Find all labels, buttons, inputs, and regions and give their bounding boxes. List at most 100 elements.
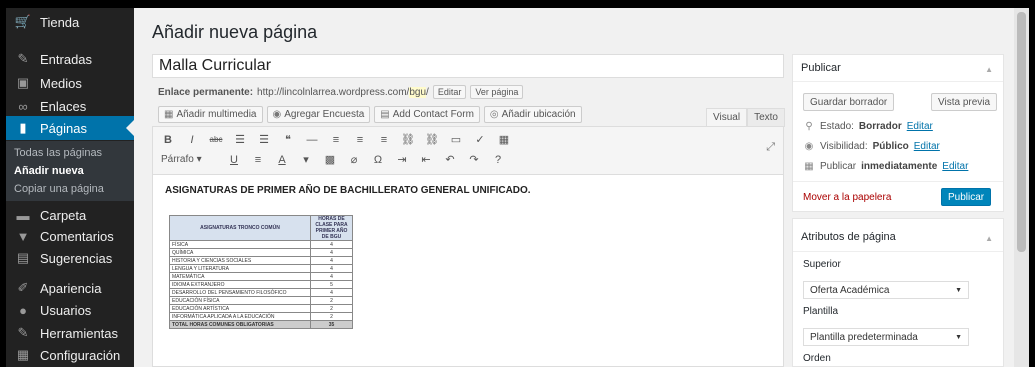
- poll-icon: ◉: [272, 109, 282, 120]
- clear-format-button[interactable]: ⌀: [347, 153, 361, 166]
- schedule-value: inmediatamente: [861, 161, 938, 172]
- view-page-button[interactable]: Ver página: [470, 85, 524, 99]
- submenu-copy-page[interactable]: Copiar una página: [14, 183, 104, 195]
- special-char-button[interactable]: Ω: [371, 154, 385, 166]
- sidebar-item-apariencia[interactable]: ✐ Apariencia: [6, 276, 134, 300]
- paste-text-button[interactable]: ▩: [323, 153, 337, 166]
- outdent-button[interactable]: ⇤: [419, 153, 433, 166]
- edit-schedule-link[interactable]: Editar: [942, 161, 968, 172]
- underline-button[interactable]: U: [227, 154, 241, 166]
- subject-name: EDUCACIÓN ARTÍSTICA: [169, 304, 311, 313]
- permalink-edit-button[interactable]: Editar: [432, 85, 467, 99]
- preview-button[interactable]: Vista previa: [931, 93, 998, 111]
- order-label: Orden: [803, 353, 831, 364]
- media-buttons: ▦ Añadir multimedia ◉ Agregar Encuesta ▤…: [158, 106, 582, 123]
- scrollbar-thumb[interactable]: [1017, 12, 1026, 252]
- move-to-trash-link[interactable]: Mover a la papelera: [803, 192, 891, 203]
- visibility-value: Público: [872, 141, 909, 152]
- text-color-dropdown[interactable]: ▾: [299, 153, 313, 166]
- add-location-button[interactable]: ◎ Añadir ubicación: [483, 106, 582, 123]
- sidebar-item-medios[interactable]: ▣ Medios: [6, 71, 134, 95]
- sidebar-item-enlaces[interactable]: ∞ Enlaces: [6, 94, 134, 118]
- sidebar-item-usuarios[interactable]: ● Usuarios: [6, 298, 134, 322]
- submenu-add-new[interactable]: Añadir nueva: [14, 165, 84, 177]
- edit-visibility-link[interactable]: Editar: [914, 141, 940, 152]
- format-value: Párrafo: [161, 154, 194, 165]
- pages-icon: ▮: [19, 120, 27, 135]
- align-right-button[interactable]: ≡: [377, 134, 391, 146]
- sidebar-item-herramientas[interactable]: ✎ Herramientas: [6, 321, 134, 345]
- edit-status-link[interactable]: Editar: [907, 121, 933, 132]
- publish-button[interactable]: Publicar: [941, 188, 992, 206]
- fullscreen-icon[interactable]: ⤢: [766, 141, 775, 154]
- chevron-down-icon: ▼: [955, 286, 962, 294]
- help-button[interactable]: ?: [491, 154, 505, 166]
- format-select[interactable]: Párrafo ▾: [161, 154, 217, 165]
- table-row: EDUCACIÓN FÍSICA 2: [169, 296, 353, 305]
- suggestions-icon: ▤: [16, 250, 30, 265]
- remove-link-button[interactable]: ⛓: [425, 133, 439, 146]
- bold-button[interactable]: B: [161, 134, 175, 146]
- sidebar-item-label: Apariencia: [40, 280, 102, 296]
- align-left-button[interactable]: ≡: [329, 134, 343, 146]
- add-contact-form-button[interactable]: ▤ Add Contact Form: [374, 106, 480, 123]
- table-header-hours: HORAS DE CLASE PARA PRIMER AÑO DE BGU: [310, 215, 353, 241]
- permalink-url[interactable]: http://lincolnlarrea.wordpress.com/bgu/: [257, 86, 429, 98]
- sidebar-item-configuracion[interactable]: ▦ Configuración: [6, 343, 134, 367]
- divider: [793, 81, 1003, 82]
- sidebar-item-entradas[interactable]: ✎ Entradas: [6, 47, 134, 71]
- add-media-button[interactable]: ▦ Añadir multimedia: [158, 106, 263, 123]
- sidebar-item-tienda[interactable]: 🛒 Tienda: [6, 10, 134, 34]
- collapse-icon[interactable]: ▲: [985, 234, 993, 243]
- bullet-list-button[interactable]: ☰: [233, 133, 247, 146]
- italic-button[interactable]: I: [185, 134, 199, 146]
- blockquote-button[interactable]: ❝: [281, 133, 295, 146]
- tab-text[interactable]: Texto: [747, 108, 785, 127]
- page-scrollbar[interactable]: [1014, 8, 1029, 367]
- redo-button[interactable]: ↷: [467, 153, 481, 166]
- table-row: EDUCACIÓN ARTÍSTICA 2: [169, 304, 353, 313]
- pin-icon: ⚲: [805, 121, 813, 132]
- media-icon: ▣: [16, 75, 30, 90]
- align-center-button[interactable]: ≡: [353, 134, 367, 146]
- admin-sidebar: 🛒 Tienda ✎ Entradas ▣ Medios ∞ Enlaces ▮…: [6, 8, 134, 367]
- sidebar-item-paginas[interactable]: ▮ Páginas: [6, 116, 134, 140]
- post-title-input[interactable]: Malla Curricular: [152, 54, 784, 78]
- permalink-base: http://lincolnlarrea.wordpress.com/: [257, 86, 410, 98]
- tab-visual[interactable]: Visual: [706, 108, 748, 127]
- media-add-icon: ▦: [164, 109, 174, 120]
- page-attributes-box: Atributos de página ▲ Superior Oferta Ac…: [792, 218, 1004, 367]
- insert-link-button[interactable]: ⛓: [401, 133, 415, 146]
- indent-button[interactable]: ⇥: [395, 153, 409, 166]
- horizontal-line-button[interactable]: —: [305, 134, 319, 146]
- page-title: Añadir nueva página: [152, 22, 318, 42]
- justify-button[interactable]: ≡: [251, 154, 265, 166]
- subject-hours: 4: [310, 264, 353, 273]
- sidebar-item-sugerencias[interactable]: ▤ Sugerencias: [6, 246, 134, 270]
- collapse-icon[interactable]: ▲: [985, 65, 993, 74]
- spellcheck-button[interactable]: ✓: [473, 133, 487, 146]
- editor-mode-tabs: Visual Texto: [706, 108, 785, 127]
- parent-select[interactable]: Oferta Académica ▼: [803, 281, 969, 299]
- table-row: DESARROLLO DEL PENSAMIENTO FILOSÓFICO 4: [169, 288, 353, 297]
- strikethrough-button[interactable]: abc: [209, 135, 223, 144]
- subject-name: MATEMÁTICA: [169, 272, 311, 281]
- sidebar-item-label: Enlaces: [40, 98, 87, 114]
- toolbar-row-1: B I abc ☰ ☰ ❝ — ≡ ≡ ≡ ⛓ ⛓ ▭ ✓ ▦: [161, 133, 511, 147]
- text-color-button[interactable]: A: [275, 154, 289, 166]
- sidebar-item-comentarios[interactable]: ▼ Comentarios: [6, 224, 134, 248]
- toolbar-toggle-button[interactable]: ▦: [497, 133, 511, 146]
- undo-button[interactable]: ↶: [443, 153, 457, 166]
- save-draft-button[interactable]: Guardar borrador: [803, 93, 895, 111]
- template-select[interactable]: Plantilla predeterminada ▼: [803, 328, 969, 346]
- permalink-slug: bgu: [409, 86, 427, 98]
- brush-icon: ✐: [17, 280, 29, 295]
- add-poll-button[interactable]: ◉ Agregar Encuesta: [266, 106, 371, 123]
- subjects-table: ASIGNATURAS TRONCO COMÚN HORAS DE CLASE …: [169, 215, 353, 329]
- read-more-button[interactable]: ▭: [449, 133, 463, 146]
- status-line: ⚲ Estado: Borrador Editar: [803, 121, 933, 132]
- table-row: LENGUA Y LITERATURA 4: [169, 264, 353, 273]
- numbered-list-button[interactable]: ☰: [257, 133, 271, 146]
- permalink-label: Enlace permanente:: [158, 86, 254, 98]
- submenu-all-pages[interactable]: Todas las páginas: [14, 147, 102, 159]
